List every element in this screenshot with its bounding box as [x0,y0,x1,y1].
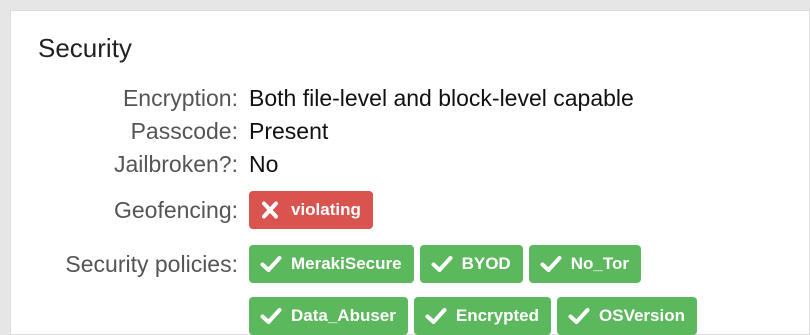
passcode-label: Passcode: [130,117,238,144]
check-icon [540,255,562,273]
geofencing-row: Geofencing: violating [11,191,379,229]
encryption-value: Both file-level and block-level capable [249,84,634,111]
check-icon [260,307,282,325]
passcode-value: Present [249,117,329,144]
panel-title: Security [38,33,132,63]
policies-row-2: Data_Abuser Encrypted OSVersion [11,297,703,335]
x-icon [260,201,282,219]
policy-label: OSVersion [599,306,685,325]
policy-badge-osversion[interactable]: OSVersion [557,297,697,335]
check-icon [431,255,453,273]
encryption-row: Encryption: Both file-level and block-le… [11,81,634,115]
check-icon [425,307,447,325]
policy-badge-no-tor[interactable]: No_Tor [528,245,641,283]
policy-label: Encrypted [455,306,540,325]
policy-badge-byod[interactable]: BYOD [419,245,523,283]
security-panel: Security Encryption: Both file-level and… [10,10,810,335]
geofencing-label: Geofencing: [113,196,238,223]
jailbroken-label: Jailbroken?: [113,150,238,177]
policy-badge-encrypted[interactable]: Encrypted [413,297,552,335]
policy-badge-merakisecure[interactable]: MerakiSecure [249,245,414,283]
policy-badge-data-abuser[interactable]: Data_Abuser [249,297,408,335]
policy-label: BYOD [461,254,511,273]
check-icon [260,255,282,273]
check-icon [568,307,590,325]
geofencing-status-label: violating [291,200,361,219]
policy-label: Data_Abuser [291,306,396,325]
policies-label: Security policies: [65,250,238,277]
passcode-row: Passcode: Present [11,114,329,148]
jailbroken-value: No [249,150,279,177]
policy-label: No_Tor [570,254,629,273]
policy-label: MerakiSecure [291,254,402,273]
policies-row-1: Security policies: MerakiSecure BYOD No_… [11,245,647,283]
jailbroken-row: Jailbroken?: No [11,147,278,181]
geofencing-violating-badge[interactable]: violating [249,191,373,229]
encryption-label: Encryption: [122,84,238,111]
